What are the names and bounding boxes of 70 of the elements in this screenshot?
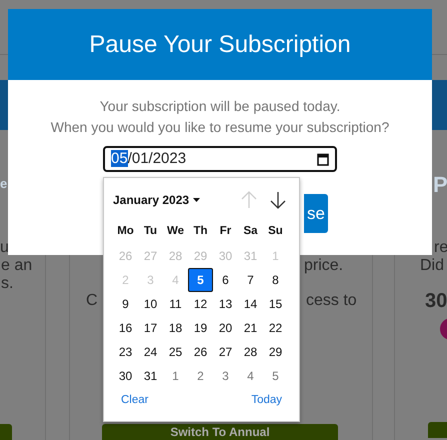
weekday-label: Th xyxy=(192,224,209,240)
calendar-day: 1 xyxy=(263,244,288,268)
calendar-day[interactable]: 5 xyxy=(188,268,213,292)
card-text: cess to xyxy=(306,291,357,311)
calendar-day[interactable]: 16 xyxy=(113,316,138,340)
price-text: 30 xyxy=(425,289,447,314)
calendar-day[interactable]: 19 xyxy=(188,316,213,340)
calendar-day: 30 xyxy=(213,244,238,268)
card-text: e an xyxy=(1,256,32,276)
month-selector[interactable]: January 2023 xyxy=(113,191,190,209)
calendar-day[interactable]: 13 xyxy=(213,292,238,316)
calendar-day[interactable]: 11 xyxy=(163,292,188,316)
calendar-day[interactable]: 24 xyxy=(138,340,163,364)
today-link[interactable]: Today xyxy=(251,392,282,410)
calendar-day[interactable]: 3 xyxy=(213,364,238,388)
calendar-day[interactable]: 8 xyxy=(263,268,288,292)
dialog-title: Pause Your Subscription xyxy=(89,30,351,60)
weekday-label: Mo xyxy=(116,224,135,240)
down-arrow-icon[interactable] xyxy=(270,191,286,209)
calendar-day[interactable]: 23 xyxy=(113,340,138,364)
clear-link[interactable]: Clear xyxy=(121,392,148,410)
calendar-day[interactable]: 10 xyxy=(138,292,163,316)
calendar-day: 29 xyxy=(188,244,213,268)
card-text: s. xyxy=(1,274,14,294)
calendar-day[interactable]: 5 xyxy=(263,364,288,388)
calendar-day: 28 xyxy=(163,244,188,268)
weekday-label: We xyxy=(166,224,186,240)
card-text: Did xyxy=(420,256,444,276)
calendar-day: 26 xyxy=(113,244,138,268)
weekday-label: Tu xyxy=(142,224,158,240)
calendar-day[interactable]: 15 xyxy=(263,292,288,316)
card-title: e xyxy=(0,175,8,193)
calendar-day[interactable]: 12 xyxy=(188,292,213,316)
calendar-day[interactable]: 1 xyxy=(163,364,188,388)
calendar-day[interactable]: 2 xyxy=(188,364,213,388)
caret-icon[interactable] xyxy=(193,198,200,202)
dialog-message: Your subscription will be paused today. xyxy=(100,97,340,116)
calendar-day[interactable]: 18 xyxy=(163,316,188,340)
calendar-day: 2 xyxy=(113,268,138,292)
calendar-day: 31 xyxy=(238,244,263,268)
calendar-day[interactable]: 17 xyxy=(138,316,163,340)
calendar-day[interactable]: 28 xyxy=(238,340,263,364)
calendar-day[interactable]: 26 xyxy=(188,340,213,364)
dialog-message: When you would you like to resume your subscription? xyxy=(50,118,390,137)
calendar-day[interactable]: 7 xyxy=(238,268,263,292)
calendar-day[interactable]: 30 xyxy=(113,364,138,388)
calendar-day[interactable]: 6 xyxy=(213,268,238,292)
calendar-day: 27 xyxy=(138,244,163,268)
calendar-day[interactable]: 25 xyxy=(163,340,188,364)
calendar-icon[interactable] xyxy=(317,152,329,166)
weekday-label: Su xyxy=(267,224,284,240)
card-title: P xyxy=(433,171,447,199)
card-text: C xyxy=(86,291,98,311)
calendar-day: 3 xyxy=(138,268,163,292)
calendar-day[interactable]: 21 xyxy=(238,316,263,340)
calendar-day[interactable]: 31 xyxy=(138,364,163,388)
card-text: u xyxy=(0,238,9,258)
card-text: price. xyxy=(304,256,344,276)
weekday-label: Fr xyxy=(218,224,232,240)
weekday-label: Sa xyxy=(242,224,259,240)
calendar-day[interactable]: 20 xyxy=(213,316,238,340)
calendar-day[interactable]: 27 xyxy=(213,340,238,364)
switch-button[interactable]: Switch To Annual xyxy=(102,424,338,440)
calendar-day[interactable]: 29 xyxy=(263,340,288,364)
calendar-day: 4 xyxy=(163,268,188,292)
calendar-day[interactable]: 4 xyxy=(238,364,263,388)
calendar-day[interactable]: 14 xyxy=(238,292,263,316)
calendar-day[interactable]: 22 xyxy=(263,316,288,340)
pause-button[interactable]: se xyxy=(304,194,328,233)
calendar-day[interactable]: 9 xyxy=(113,292,138,316)
